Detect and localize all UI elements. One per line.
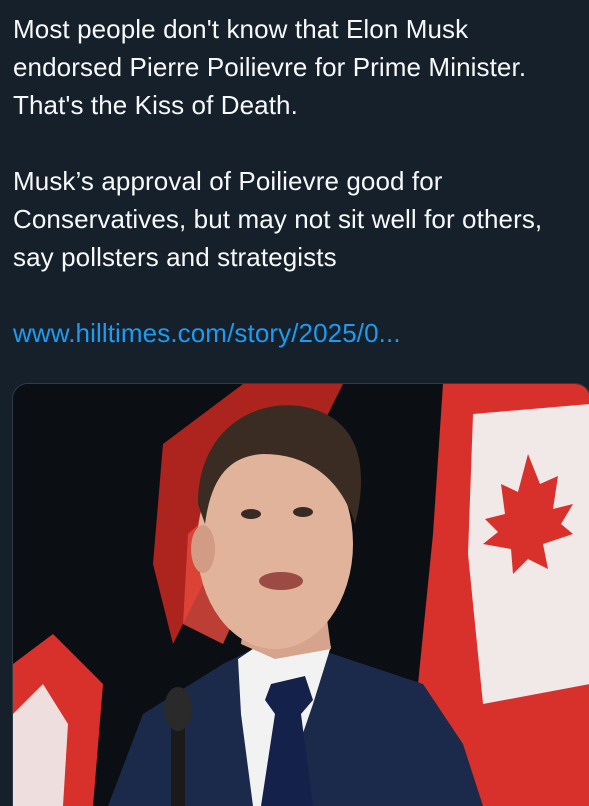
speaker-photo (13, 384, 589, 806)
mouth (259, 572, 303, 590)
post-text: Most people don't know that Elon Musk en… (13, 10, 578, 352)
left-eye (241, 509, 261, 519)
ear (191, 525, 215, 573)
article-link[interactable]: www.hilltimes.com/story/2025/0... (13, 314, 578, 352)
post-paragraph-1: Most people don't know that Elon Musk en… (13, 14, 527, 120)
media-image-card[interactable] (12, 383, 589, 806)
post-paragraph-2: Musk’s approval of Poilievre good for Co… (13, 166, 543, 272)
right-eye (293, 507, 313, 517)
